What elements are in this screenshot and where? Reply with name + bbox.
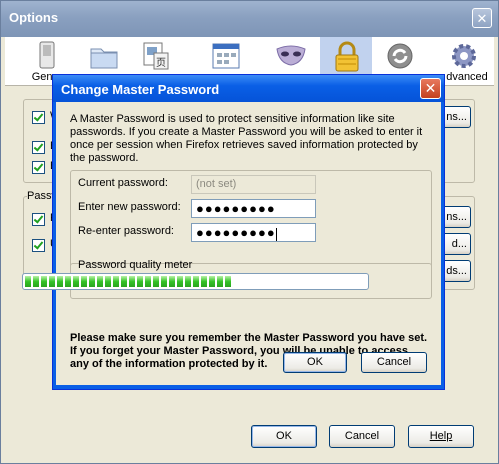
text-cursor <box>275 227 277 241</box>
meter-segment <box>185 276 191 287</box>
meter-segment <box>97 276 103 287</box>
svg-text:页: 页 <box>156 57 166 69</box>
exceptions-button-2-fragment: ns... <box>446 211 467 223</box>
meter-segment <box>193 276 199 287</box>
change-master-password-dialog: Change Master Password ✕ A Master Passwo… <box>52 74 445 390</box>
meter-segment <box>105 276 111 287</box>
reenter-password-field[interactable]: ●●●●●●●●● <box>191 223 316 242</box>
dialog-title-bar[interactable]: Change Master Password ✕ <box>53 75 444 102</box>
meter-segment <box>145 276 151 287</box>
checkbox-use-master[interactable] <box>32 239 45 252</box>
password-quality-meter <box>22 273 369 290</box>
privacy-mask-icon <box>276 45 306 66</box>
gear-icon <box>452 44 476 68</box>
meter-segment <box>49 276 55 287</box>
change-master-button[interactable]: d... <box>441 233 471 255</box>
reenter-password-label: Re-enter password: <box>78 225 174 237</box>
meter-segment <box>81 276 87 287</box>
new-password-field[interactable]: ●●●●●●●●● <box>191 199 316 218</box>
meter-segment <box>89 276 95 287</box>
dialog-cancel-label: Cancel <box>376 356 412 368</box>
close-icon: ✕ <box>476 11 488 26</box>
options-cancel-button[interactable]: Cancel <box>329 425 395 448</box>
meter-segment <box>41 276 47 287</box>
meter-segment <box>137 276 143 287</box>
options-cancel-label: Cancel <box>344 430 380 442</box>
dialog-intro-text: A Master Password is used to protect sen… <box>70 113 423 164</box>
exceptions-button-1-fragment: ns... <box>446 111 467 123</box>
meter-segment <box>225 276 231 287</box>
refresh-circle-icon <box>387 43 413 69</box>
meter-segment <box>169 276 175 287</box>
checkbox-block-1[interactable] <box>32 141 45 154</box>
applications-window-icon <box>212 43 240 69</box>
meter-segment <box>201 276 207 287</box>
current-password-label: Current password: <box>78 177 168 189</box>
meter-segment <box>65 276 71 287</box>
switch-icon <box>39 41 55 69</box>
current-password-field: (not set) <box>191 175 316 194</box>
new-password-value: ●●●●●●●●● <box>196 201 276 216</box>
options-title: Options <box>9 10 59 25</box>
close-icon: ✕ <box>424 80 437 96</box>
meter-segment <box>153 276 159 287</box>
meter-segment <box>121 276 127 287</box>
options-ok-label: OK <box>276 430 292 442</box>
meter-segment <box>57 276 63 287</box>
dialog-ok-label: OK <box>307 356 323 368</box>
meter-segment <box>161 276 167 287</box>
password-quality-meter-fill <box>25 276 366 287</box>
reenter-password-value: ●●●●●●●●● <box>196 225 276 240</box>
toolbar-label-advanced: dvanced <box>446 71 488 83</box>
meter-segment <box>217 276 223 287</box>
checkbox-remember[interactable] <box>32 213 45 226</box>
meter-segment <box>209 276 215 287</box>
content-page-icon: 页 <box>143 42 169 70</box>
dialog-body: A Master Password is used to protect sen… <box>56 102 441 385</box>
dialog-ok-button[interactable]: OK <box>283 352 347 373</box>
quality-meter-label: Password quality meter <box>78 259 193 271</box>
meter-segment <box>129 276 135 287</box>
meter-segment <box>177 276 183 287</box>
exceptions-button-2[interactable]: ns... <box>441 206 471 228</box>
meter-segment <box>33 276 39 287</box>
options-ok-button[interactable]: OK <box>251 425 317 448</box>
options-help-label: Help <box>429 430 453 442</box>
options-close-button[interactable]: ✕ <box>472 8 492 28</box>
padlock-icon <box>335 41 359 72</box>
meter-segment <box>73 276 79 287</box>
saved-passwords-button[interactable]: ds... <box>441 260 471 282</box>
meter-segment <box>25 276 31 287</box>
options-title-bar[interactable]: Options ✕ <box>1 1 498 37</box>
exceptions-button-1[interactable]: ns... <box>441 106 471 128</box>
new-password-label: Enter new password: <box>78 201 181 213</box>
current-password-value: (not set) <box>196 178 237 190</box>
dialog-title: Change Master Password <box>61 82 220 97</box>
dialog-cancel-button[interactable]: Cancel <box>361 352 427 373</box>
dialog-close-button[interactable]: ✕ <box>420 78 441 99</box>
checkbox-warn[interactable] <box>32 111 45 124</box>
options-help-button[interactable]: Help <box>408 425 474 448</box>
change-master-button-fragment: d... <box>451 238 467 250</box>
checkbox-block-2[interactable] <box>32 161 45 174</box>
saved-passwords-button-fragment: ds... <box>446 265 467 277</box>
meter-segment <box>113 276 119 287</box>
folder-tabs-icon <box>90 48 118 69</box>
